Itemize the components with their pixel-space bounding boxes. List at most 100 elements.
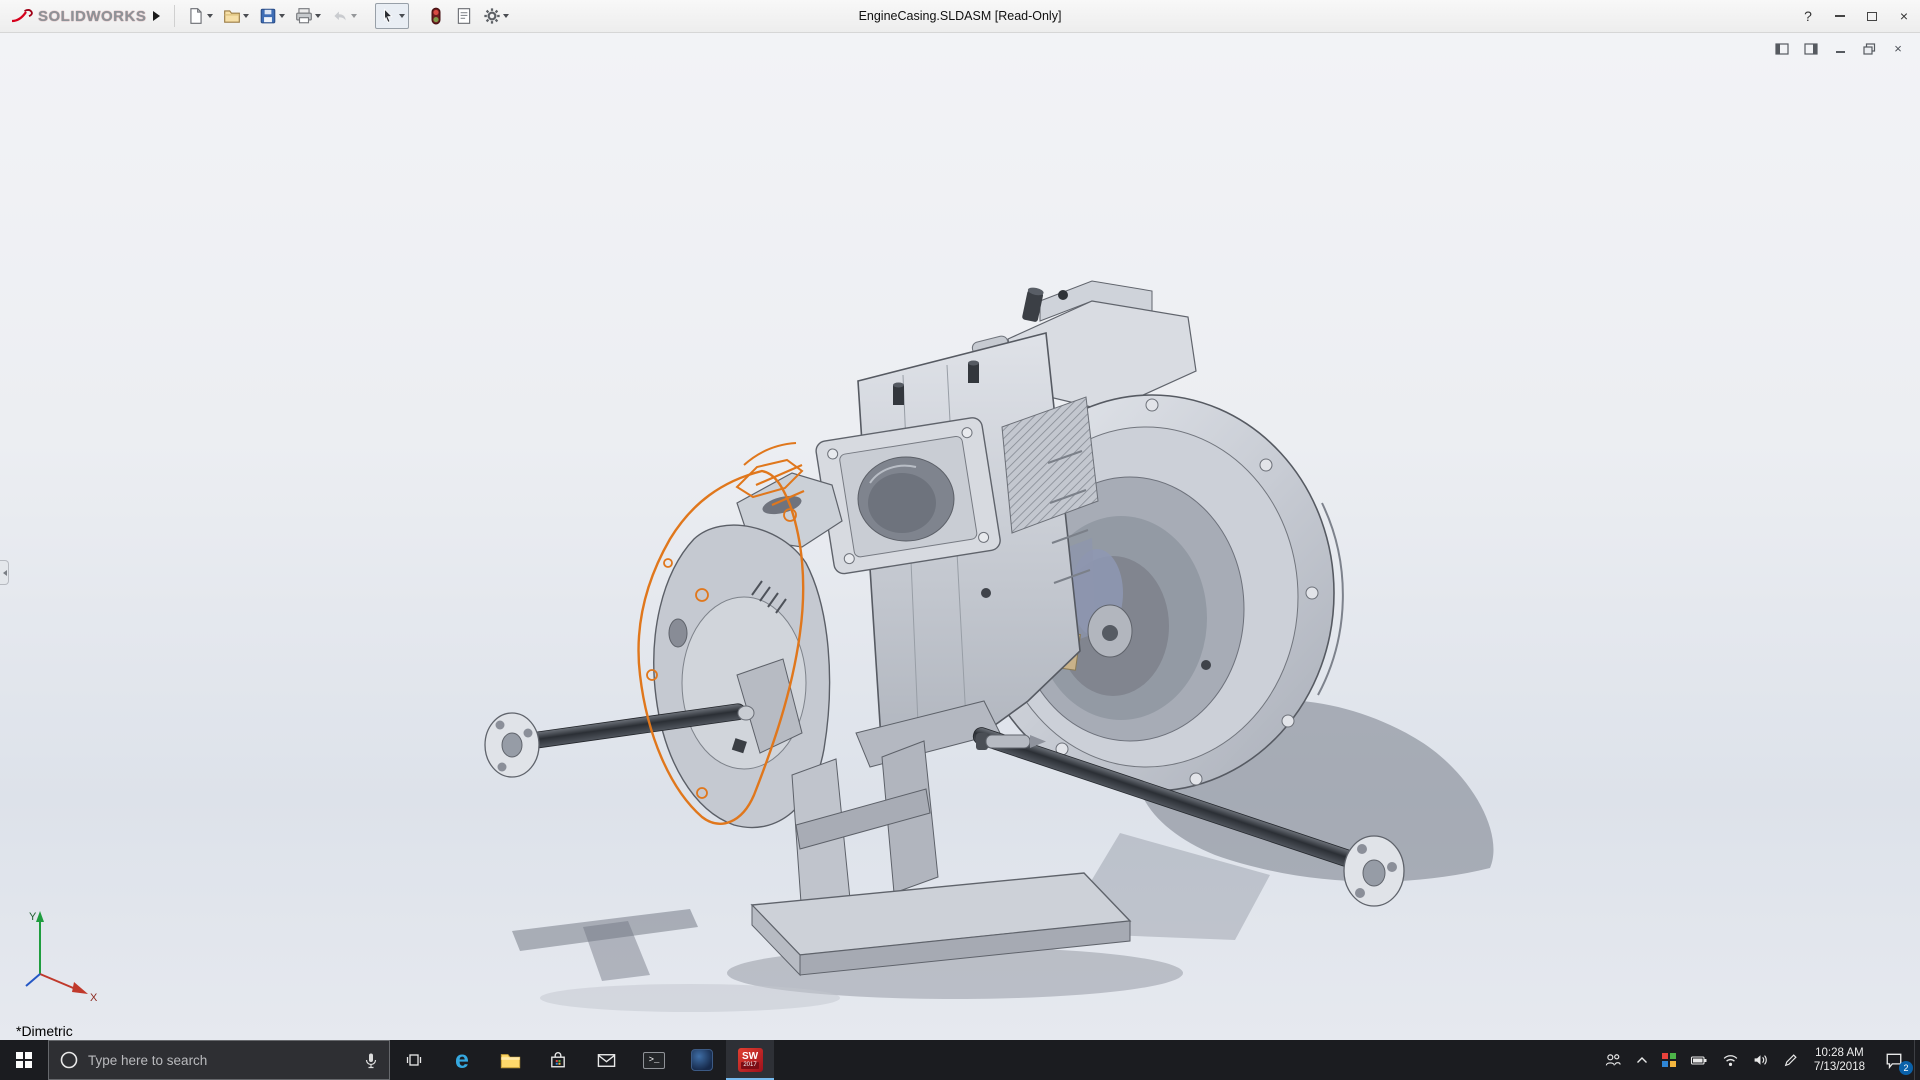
triad-y-label: Y bbox=[29, 911, 37, 923]
clock-time: 10:28 AM bbox=[1815, 1047, 1864, 1059]
select-dropdown[interactable] bbox=[399, 7, 405, 25]
graphics-area[interactable]: × Y X *Dimetric bbox=[0, 33, 1920, 1040]
edge-icon: e bbox=[455, 1045, 469, 1074]
view-orientation-label: *Dimetric bbox=[16, 1023, 73, 1039]
solidworks-logo-icon bbox=[11, 8, 33, 22]
command-prompt-button[interactable]: >_ bbox=[630, 1040, 678, 1080]
volume-button[interactable] bbox=[1746, 1040, 1776, 1080]
new-document-icon bbox=[190, 8, 202, 24]
triad-x-label: X bbox=[90, 992, 98, 1004]
save-icon bbox=[261, 8, 276, 24]
store-bag-icon bbox=[551, 1052, 565, 1068]
network-button[interactable] bbox=[1715, 1040, 1746, 1080]
cortana-icon bbox=[60, 1051, 78, 1069]
store-button[interactable] bbox=[534, 1040, 582, 1080]
undo-dropdown[interactable] bbox=[351, 7, 357, 25]
dark-blue-app-button[interactable] bbox=[678, 1040, 726, 1080]
battery-icon bbox=[1690, 1056, 1707, 1065]
new-document-dropdown[interactable] bbox=[207, 7, 213, 25]
taskbar-clock[interactable]: 10:28 AM 7/13/2018 bbox=[1805, 1040, 1874, 1080]
feature-manager-collapsed-tab[interactable] bbox=[0, 560, 9, 585]
rebuild-traffic-light-icon bbox=[431, 7, 441, 25]
new-document-button[interactable] bbox=[183, 3, 217, 29]
file-properties-button[interactable] bbox=[451, 3, 477, 29]
command-prompt-icon: >_ bbox=[643, 1051, 665, 1069]
open-dropdown[interactable] bbox=[243, 7, 249, 25]
file-properties-icon bbox=[458, 8, 471, 24]
doc-minimize-button[interactable] bbox=[1830, 40, 1850, 57]
doc-restore-button[interactable] bbox=[1859, 40, 1879, 57]
options-button[interactable] bbox=[479, 3, 513, 29]
rebuild-button[interactable] bbox=[423, 3, 449, 29]
panel-right-icon bbox=[1804, 42, 1818, 55]
maximize-icon bbox=[1867, 11, 1877, 21]
microphone-icon[interactable] bbox=[363, 1052, 379, 1069]
taskbar-search[interactable] bbox=[48, 1040, 390, 1080]
panel-left-icon bbox=[1775, 42, 1789, 55]
wifi-icon bbox=[1723, 1055, 1738, 1066]
dark-blue-app-icon bbox=[691, 1049, 713, 1071]
notification-badge: 2 bbox=[1899, 1061, 1913, 1075]
select-cursor-icon bbox=[384, 8, 393, 23]
toolbar-separator bbox=[174, 5, 176, 27]
window-title: EngineCasing.SLDASM [Read-Only] bbox=[858, 9, 1062, 23]
print-dropdown[interactable] bbox=[315, 7, 321, 25]
tray-color-app-icon bbox=[1662, 1053, 1676, 1067]
solidworks-taskbar-button[interactable]: SW 2017 bbox=[726, 1040, 774, 1080]
mail-icon bbox=[597, 1053, 615, 1067]
window-controls: ? × bbox=[1792, 0, 1920, 32]
people-button[interactable] bbox=[1597, 1040, 1629, 1080]
reference-triad: Y X bbox=[25, 911, 98, 1004]
pen-button[interactable] bbox=[1776, 1040, 1805, 1080]
undo-button[interactable] bbox=[327, 3, 361, 29]
file-explorer-icon bbox=[500, 1053, 520, 1068]
hidden-icons-button[interactable] bbox=[1629, 1040, 1655, 1080]
print-button[interactable] bbox=[291, 3, 325, 29]
options-dropdown[interactable] bbox=[503, 7, 509, 25]
close-button[interactable]: × bbox=[1888, 0, 1920, 32]
brand-text: SOLIDWORKS bbox=[38, 7, 147, 25]
system-tray: 10:28 AM 7/13/2018 2 bbox=[1597, 1040, 1920, 1080]
menu-flyout-arrow-icon[interactable] bbox=[152, 7, 166, 25]
undo-icon bbox=[334, 11, 346, 21]
windows-taskbar: e >_ bbox=[0, 1040, 1920, 1080]
save-button[interactable] bbox=[255, 3, 289, 29]
file-explorer-button[interactable] bbox=[486, 1040, 534, 1080]
solidworks-window: SOLIDWORKS EngineCasing.SLDASM [Read-Onl… bbox=[0, 0, 1920, 1080]
title-bar: SOLIDWORKS EngineCasing.SLDASM [Read-Onl… bbox=[0, 0, 1920, 33]
open-folder-icon bbox=[224, 10, 241, 23]
chevron-up-icon bbox=[1637, 1057, 1648, 1063]
start-button[interactable] bbox=[0, 1040, 48, 1080]
people-icon bbox=[1606, 1054, 1621, 1066]
task-view-icon bbox=[406, 1054, 422, 1066]
toggle-right-panel-button[interactable] bbox=[1801, 40, 1821, 57]
minimize-icon bbox=[1835, 15, 1845, 17]
doc-restore-icon bbox=[1862, 42, 1875, 55]
edge-browser-button[interactable]: e bbox=[438, 1040, 486, 1080]
battery-button[interactable] bbox=[1683, 1040, 1715, 1080]
speaker-icon bbox=[1754, 1055, 1767, 1065]
minimize-button[interactable] bbox=[1824, 0, 1856, 32]
show-desktop-button[interactable] bbox=[1914, 1040, 1920, 1080]
task-view-button[interactable] bbox=[390, 1040, 438, 1080]
open-button[interactable] bbox=[219, 3, 253, 29]
maximize-button[interactable] bbox=[1856, 0, 1888, 32]
pen-icon bbox=[1784, 1053, 1797, 1066]
save-dropdown[interactable] bbox=[279, 7, 285, 25]
select-button[interactable] bbox=[375, 3, 410, 29]
tray-app-button[interactable] bbox=[1655, 1040, 1683, 1080]
action-center-button[interactable]: 2 bbox=[1874, 1040, 1914, 1080]
print-icon bbox=[296, 8, 313, 24]
quick-access-toolbar bbox=[183, 3, 513, 29]
search-input[interactable] bbox=[88, 1052, 354, 1068]
engine-casing-model bbox=[484, 280, 1494, 1012]
help-button[interactable]: ? bbox=[1792, 0, 1824, 32]
mail-button[interactable] bbox=[582, 1040, 630, 1080]
document-window-controls: × bbox=[1772, 40, 1908, 57]
solidworks-app-icon: SW 2017 bbox=[737, 1048, 763, 1072]
windows-logo-icon bbox=[16, 1052, 32, 1068]
toggle-left-panel-button[interactable] bbox=[1772, 40, 1792, 57]
solidworks-logo: SOLIDWORKS bbox=[0, 8, 152, 25]
doc-close-button[interactable]: × bbox=[1888, 40, 1908, 57]
options-gear-icon bbox=[484, 8, 500, 24]
